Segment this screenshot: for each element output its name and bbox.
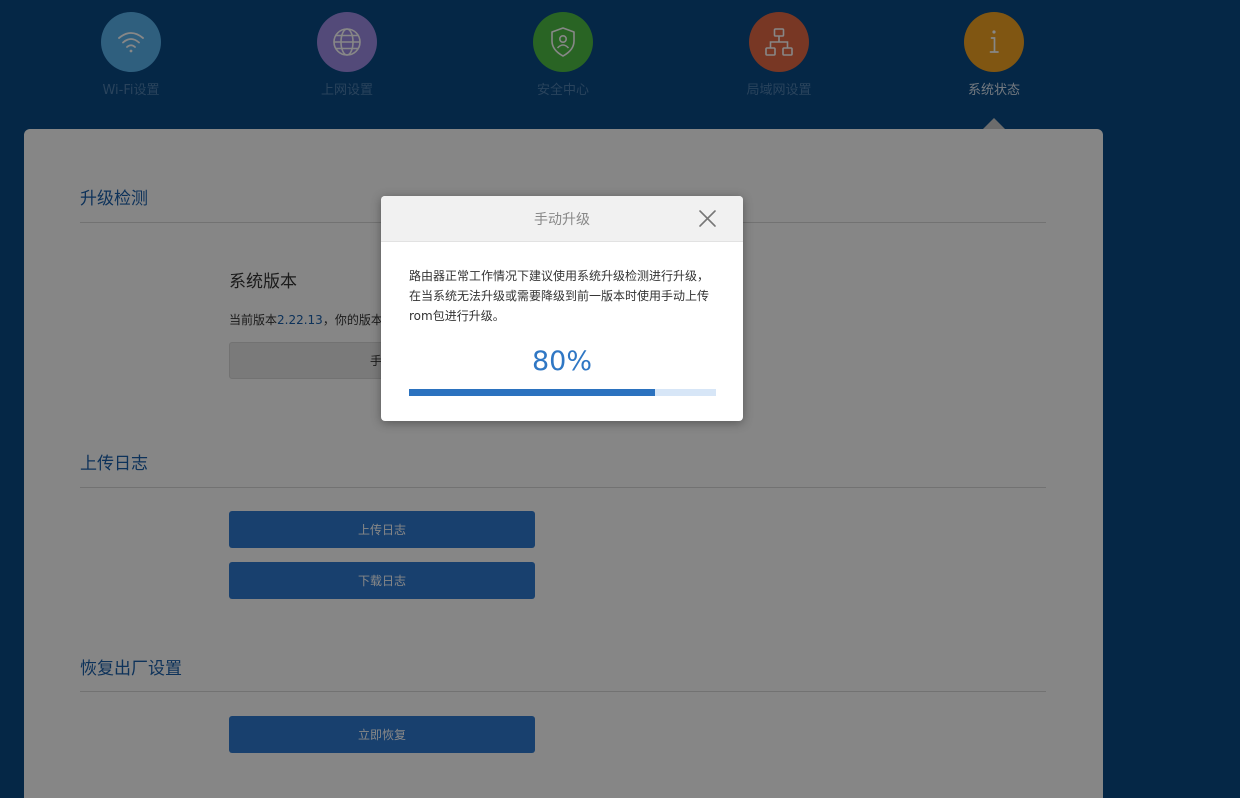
progress-bar — [409, 389, 716, 396]
close-icon[interactable] — [698, 209, 717, 228]
progress-bar-fill — [409, 389, 655, 396]
dialog-title: 手动升级 — [534, 211, 590, 228]
progress-percent: 80% — [531, 346, 592, 377]
dialog-header: 手动升级 — [381, 196, 743, 242]
dialog-body: 路由器正常工作情况下建议使用系统升级检测进行升级，在当系统无法升级或需要降级到前… — [381, 242, 743, 396]
dialog-description: 路由器正常工作情况下建议使用系统升级检测进行升级，在当系统无法升级或需要降级到前… — [409, 269, 710, 323]
manual-upgrade-dialog: 手动升级 路由器正常工作情况下建议使用系统升级检测进行升级，在当系统无法升级或需… — [381, 196, 743, 421]
